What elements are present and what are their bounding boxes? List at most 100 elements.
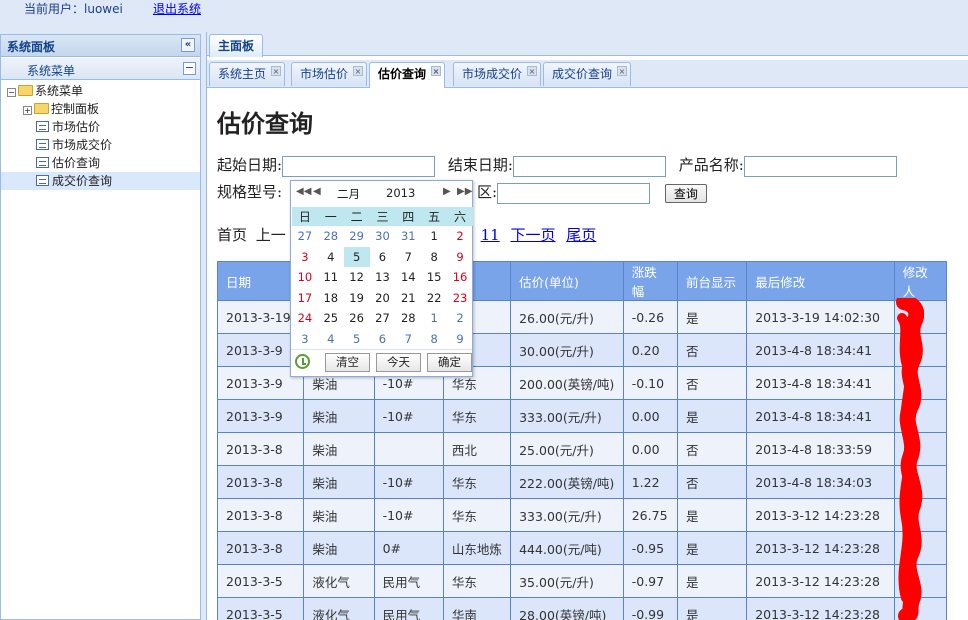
close-icon[interactable]: × <box>271 66 282 76</box>
calendar-day[interactable]: 24 <box>292 308 318 329</box>
calendar-day[interactable]: 25 <box>318 308 344 329</box>
last-page-link[interactable]: 尾页 <box>566 226 596 244</box>
calendar-day[interactable]: 10 <box>292 267 318 288</box>
calendar-day[interactable]: 2 <box>447 226 473 247</box>
calendar-day[interactable]: 19 <box>344 288 370 309</box>
tab-main-panel[interactable]: 主面板 <box>209 34 264 57</box>
prev-page[interactable]: 上一 <box>256 226 286 244</box>
calendar-day[interactable]: 26 <box>344 308 370 329</box>
tree-item-control-panel[interactable]: + 控制面板 <box>1 100 200 118</box>
query-button[interactable]: 查询 <box>664 183 707 203</box>
today-button[interactable]: 今天 <box>376 353 421 372</box>
calendar-day[interactable]: 23 <box>447 288 473 309</box>
calendar-day[interactable]: 18 <box>318 288 344 309</box>
clock-icon[interactable] <box>295 354 310 369</box>
tree-item-market-deal-price[interactable]: 市场成交价 <box>1 136 200 154</box>
calendar-day[interactable]: 14 <box>395 267 421 288</box>
calendar-day[interactable]: 11 <box>318 267 344 288</box>
calendar-day[interactable]: 30 <box>370 226 396 247</box>
product-name-input[interactable] <box>743 155 897 177</box>
clear-button[interactable]: 清空 <box>325 353 370 372</box>
table-cell: -0.26 <box>622 300 678 334</box>
calendar-day[interactable]: 28 <box>395 308 421 329</box>
calendar-day[interactable]: 6 <box>370 247 396 268</box>
close-icon[interactable]: × <box>617 66 628 76</box>
collapse-icon[interactable]: « <box>181 38 195 52</box>
tab-market-deal-price[interactable]: 市场成交价 × <box>453 62 542 86</box>
page-number-link[interactable]: 11 <box>481 226 500 244</box>
calendar-month[interactable]: 二月 <box>337 186 360 202</box>
calendar-day[interactable]: 8 <box>421 247 447 268</box>
column-header[interactable]: 修改人 <box>893 261 948 301</box>
tree-item-estimate-query[interactable]: 估价查询 <box>1 154 200 172</box>
start-date-input[interactable] <box>282 155 436 177</box>
table-cell: 2013-3-8 <box>216 432 305 466</box>
tree-item-market-estimate[interactable]: 市场估价 <box>1 118 200 136</box>
minus-icon[interactable]: − <box>183 62 196 75</box>
calendar-day[interactable]: 21 <box>395 288 421 309</box>
calendar-day[interactable]: 15 <box>421 267 447 288</box>
logout-link[interactable]: 退出系统 <box>153 0 201 17</box>
table-row[interactable]: 2013-3-8 柴油 -10# 华东 333.00(元/升) 26.75 是 2013-3-… <box>216 498 948 532</box>
calendar-day[interactable]: 9 <box>447 247 473 268</box>
calendar-day[interactable]: 3 <box>292 329 318 350</box>
calendar-day[interactable]: 2 <box>447 308 473 329</box>
calendar-year[interactable]: 2013 <box>386 186 415 200</box>
prev-year-icon[interactable]: ◀◀ <box>296 186 311 197</box>
expand-node-icon[interactable]: + <box>23 106 32 115</box>
calendar-day[interactable]: 3 <box>292 247 318 268</box>
tab-home[interactable]: 系统主页 × <box>209 62 286 86</box>
calendar-day[interactable]: 4 <box>318 329 344 350</box>
tab-estimate-query[interactable]: 估价查询 × <box>369 62 446 88</box>
calendar-day[interactable]: 28 <box>318 226 344 247</box>
table-row[interactable]: 2013-3-8 柴油 0# 山东地炼 444.00(元/吨) -0.95 是 2013-3-… <box>216 531 948 565</box>
menu-header[interactable]: 系统菜单 − <box>1 58 200 80</box>
column-header[interactable]: 涨跌幅 <box>622 261 678 301</box>
calendar-day[interactable]: 6 <box>370 329 396 350</box>
tree-root[interactable]: − 系统菜单 <box>1 82 200 100</box>
tab-label: 市场估价 <box>300 67 349 81</box>
table-row[interactable]: 2013-3-5 液化气 民用气 华南 28.00(英镑/吨) -0.99 是 2013-3-… <box>216 597 948 620</box>
calendar-day[interactable]: 12 <box>344 267 370 288</box>
close-icon[interactable]: × <box>527 66 538 76</box>
calendar-day[interactable]: 5 <box>343 246 370 267</box>
calendar-day[interactable]: 29 <box>344 226 370 247</box>
next-month-icon[interactable]: ▶ <box>443 186 451 197</box>
calendar-day[interactable]: 20 <box>370 288 396 309</box>
tab-deal-price-query[interactable]: 成交价查询 × <box>543 62 632 86</box>
calendar-day[interactable]: 27 <box>370 308 396 329</box>
calendar-day[interactable]: 7 <box>395 329 421 350</box>
next-page-link[interactable]: 下一页 <box>510 226 555 244</box>
table-row[interactable]: 2013-3-5 液化气 民用气 华东 35.00(元/升) -0.97 是 2013-3-1… <box>216 564 948 598</box>
tab-market-estimate[interactable]: 市场估价 × <box>291 62 368 86</box>
ok-button[interactable]: 确定 <box>427 353 472 372</box>
calendar-day[interactable]: 1 <box>421 226 447 247</box>
column-header[interactable]: 前台显示 <box>676 261 748 301</box>
tree-item-deal-price-query[interactable]: 成交价查询 <box>1 172 200 190</box>
table-row[interactable]: 2013-3-8 柴油 -10# 华东 222.00(英镑/吨) 1.22 否 2013-4-… <box>216 465 948 499</box>
next-year-icon[interactable]: ▶▶ <box>457 186 472 197</box>
table-row[interactable]: 2013-3-8 柴油 西北 25.00(元/升) 0.00 否 2013-4-8 18:3… <box>216 432 948 466</box>
calendar-day[interactable]: 4 <box>318 247 344 268</box>
close-icon[interactable]: × <box>353 66 364 76</box>
calendar-day[interactable]: 8 <box>421 329 447 350</box>
prev-month-icon[interactable]: ◀ <box>313 186 321 197</box>
column-header[interactable]: 估价(单位) <box>510 261 624 301</box>
calendar-day[interactable]: 1 <box>421 308 447 329</box>
collapse-node-icon[interactable]: − <box>7 88 16 97</box>
close-icon[interactable]: × <box>431 66 442 76</box>
outer-tab-strip: 主面板 <box>207 32 968 57</box>
calendar-day[interactable]: 13 <box>370 267 396 288</box>
calendar-day[interactable]: 27 <box>292 226 318 247</box>
table-row[interactable]: 2013-3-9 柴油 -10# 华东 333.00(元/升) 0.00 是 2013-4-8… <box>216 399 948 433</box>
region-input[interactable] <box>497 182 651 204</box>
calendar-day[interactable]: 22 <box>421 288 447 309</box>
calendar-day[interactable]: 31 <box>395 226 421 247</box>
calendar-day[interactable]: 16 <box>447 267 473 288</box>
calendar-day[interactable]: 7 <box>395 247 421 268</box>
calendar-day[interactable]: 5 <box>344 329 370 350</box>
calendar-day[interactable]: 17 <box>292 288 318 309</box>
column-header[interactable]: 最后修改 <box>746 261 895 301</box>
calendar-day[interactable]: 9 <box>447 329 473 350</box>
end-date-input[interactable] <box>512 155 666 177</box>
